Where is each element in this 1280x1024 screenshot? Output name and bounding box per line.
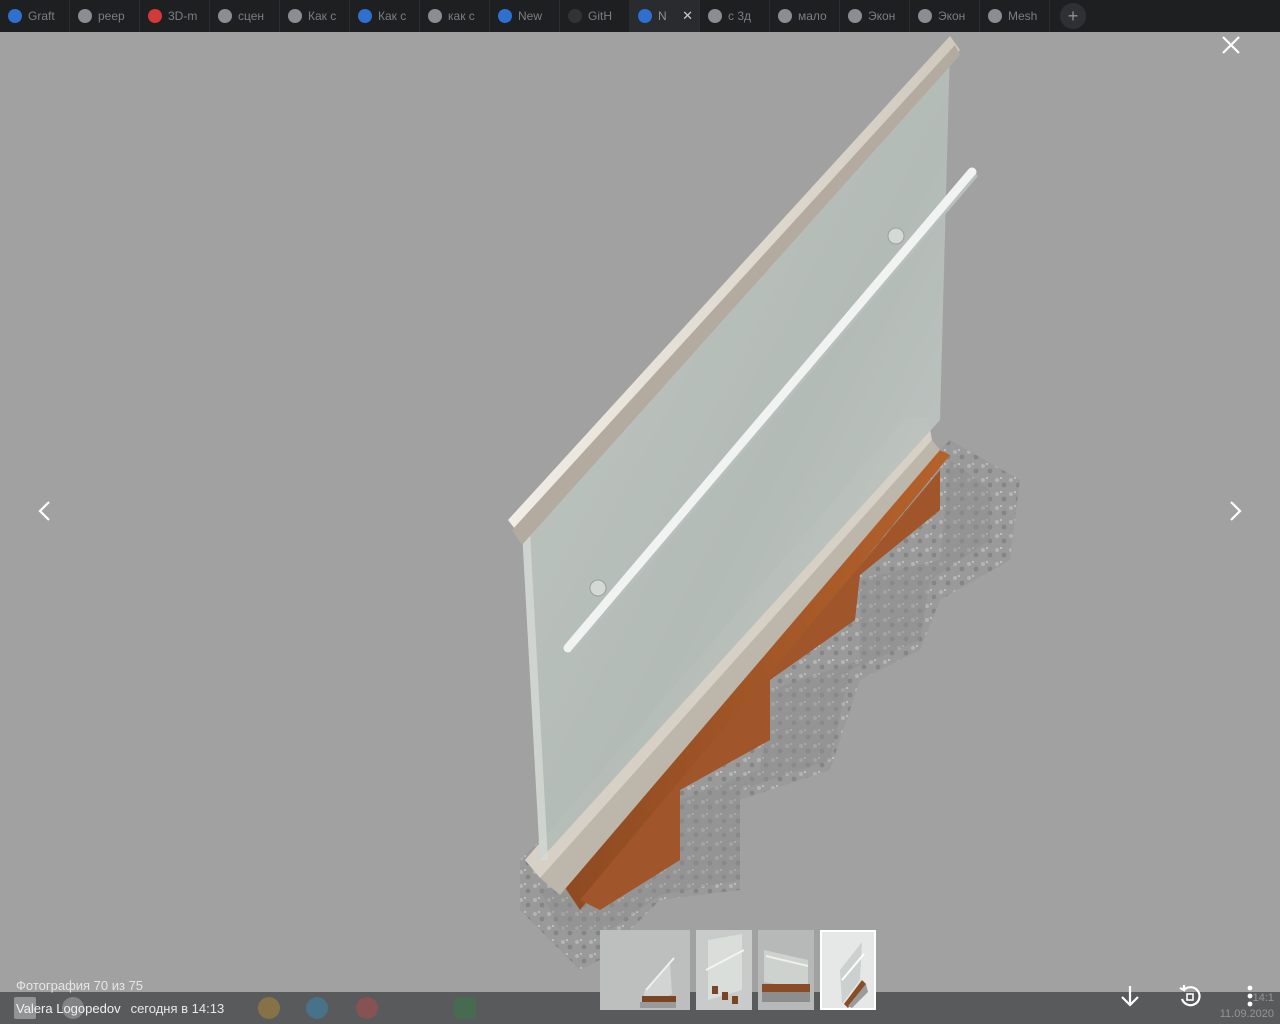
chevron-right-icon[interactable] xyxy=(1220,496,1250,526)
photo-counter: Фотография 70 из 75 xyxy=(16,978,144,993)
photo-image xyxy=(508,36,1020,970)
thumbnail-4-active[interactable] xyxy=(820,930,876,1010)
close-icon[interactable] xyxy=(1216,30,1246,60)
thumbnail-2[interactable] xyxy=(696,930,752,1010)
download-icon[interactable] xyxy=(1114,980,1146,1012)
thumbnail-strip xyxy=(600,930,876,1010)
system-clock: 14:1 11.09.2020 xyxy=(1220,990,1274,1022)
author-name[interactable]: Valera Logopedov xyxy=(16,1001,121,1016)
photo-author: Valera Logopedov сегодня в 14:13 xyxy=(16,1001,224,1016)
telegram-icon xyxy=(306,997,328,1019)
system-time: 14:1 xyxy=(1252,992,1274,1004)
thumbnail-1[interactable] xyxy=(600,930,690,1010)
chrome-icon xyxy=(356,997,378,1019)
browser-icon xyxy=(258,997,280,1019)
rotate-icon[interactable] xyxy=(1174,980,1206,1012)
chevron-left-icon[interactable] xyxy=(30,496,60,526)
app-icon xyxy=(454,997,476,1019)
thumbnail-3[interactable] xyxy=(758,930,814,1010)
photo-timestamp: сегодня в 14:13 xyxy=(130,1001,225,1016)
system-date: 11.09.2020 xyxy=(1219,1008,1274,1020)
